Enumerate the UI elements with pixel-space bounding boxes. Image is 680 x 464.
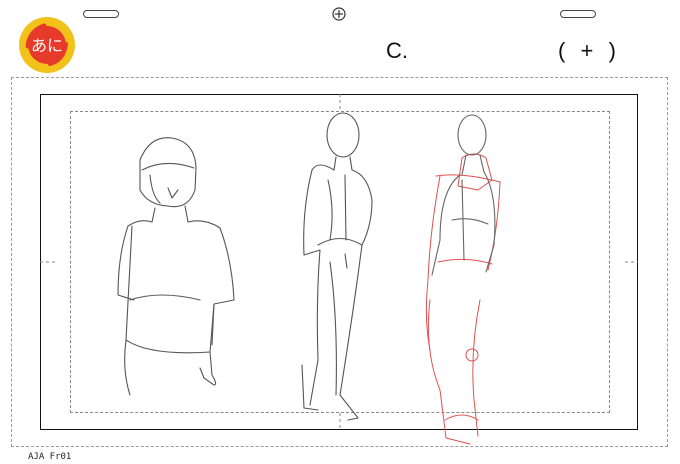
figure-right-construction [425,153,501,445]
figure-right-sketch [431,114,496,276]
sketch-canvas [40,94,638,445]
figure-center-sketch [301,112,373,421]
figure-left-sketch [117,137,235,396]
sheet-id: AJA Fr01 [28,452,72,462]
